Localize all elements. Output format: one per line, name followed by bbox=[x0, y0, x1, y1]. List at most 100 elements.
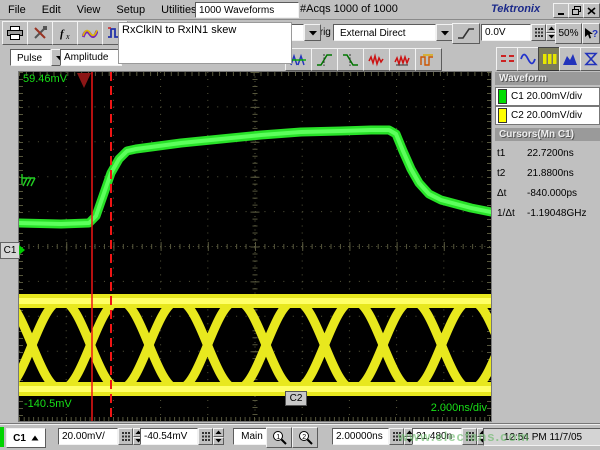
measure-fall-time-button[interactable] bbox=[337, 48, 364, 71]
readout-inv-dt: 1/Δt-1.19048GHz bbox=[497, 208, 598, 224]
menu-edit[interactable]: Edit bbox=[34, 2, 69, 18]
eye-diagram-view-button-active[interactable] bbox=[538, 47, 560, 71]
measurement-type-value: Amplitude bbox=[64, 52, 108, 63]
noise-waveform-icon bbox=[368, 53, 385, 67]
c2-scale-label: C2 20.00mV/div bbox=[511, 110, 582, 121]
measure-jitter-button[interactable] bbox=[389, 48, 416, 71]
sine-wave-icon bbox=[520, 52, 536, 66]
histogram-icon bbox=[562, 52, 578, 66]
oscilloscope-screen: FileEditViewSetupUtilitiesHelp 1000 Wave… bbox=[0, 0, 600, 450]
vertical-offset-spinner[interactable] bbox=[213, 428, 224, 445]
readout-dt-value: -840.000ps bbox=[527, 188, 577, 204]
measure-period-button[interactable] bbox=[415, 48, 442, 71]
histogram-view-button[interactable] bbox=[559, 47, 581, 71]
measure-rise-time-button[interactable] bbox=[311, 48, 338, 71]
scope-traces bbox=[19, 72, 491, 421]
waveform-count-field[interactable]: 1000 Waveforms bbox=[195, 2, 299, 18]
trigger-source-value: External Direct bbox=[337, 27, 408, 39]
vertical-offset-keypad-button[interactable] bbox=[198, 428, 213, 445]
keypad-icon bbox=[202, 432, 210, 441]
trigger-level-control: 0.0V bbox=[481, 24, 557, 41]
restore-icon bbox=[572, 6, 581, 15]
sidebar-channel-c1[interactable]: C1 20.00mV/div bbox=[495, 87, 600, 106]
waveform-display-area[interactable]: 59.46mV -140.5mV 2.000ns/div C2 bbox=[18, 71, 492, 422]
tools-icon bbox=[33, 26, 48, 40]
math-function-button[interactable]: f x bbox=[52, 21, 78, 45]
measurement-category-value: Pulse bbox=[14, 52, 44, 64]
rising-edge-icon bbox=[457, 27, 475, 40]
readout-t2-name: t2 bbox=[497, 168, 527, 184]
keypad-icon bbox=[122, 432, 130, 441]
svg-text:x: x bbox=[65, 32, 70, 41]
c1-trace-tag-label: C1 bbox=[4, 245, 17, 256]
c1-scale-label: C1 20.00mV/div bbox=[511, 91, 582, 102]
fall-time-icon bbox=[342, 53, 359, 67]
channel-selector-label: C1 bbox=[13, 433, 26, 444]
vertical-offset-field[interactable]: -40.54mV bbox=[140, 428, 198, 445]
acquisitions-status: #Acqs 1000 of 1000 bbox=[300, 3, 398, 15]
minimize-icon bbox=[557, 7, 566, 15]
svg-text:1: 1 bbox=[276, 434, 280, 441]
set-trigger-50-button[interactable]: 50% bbox=[555, 23, 582, 44]
cursors-mode-button[interactable] bbox=[496, 47, 518, 71]
pulse-timing-icon bbox=[420, 53, 437, 67]
readout-inv-dt-name: 1/Δt bbox=[497, 208, 527, 224]
close-button[interactable] bbox=[583, 3, 600, 18]
readout-t2-value: 21.8800ns bbox=[527, 168, 574, 184]
trigger-level-keypad-button[interactable] bbox=[531, 24, 546, 41]
trigger-source-dropdown[interactable]: External Direct bbox=[333, 24, 453, 41]
rise-time-icon bbox=[316, 53, 333, 67]
readout-dt-name: Δt bbox=[497, 188, 527, 204]
readout-t1-name: t1 bbox=[497, 148, 527, 164]
zoom-2-button[interactable]: 2 bbox=[292, 427, 318, 448]
spinner-up-icon bbox=[548, 26, 555, 31]
channel-selector-button[interactable]: C1 bbox=[6, 428, 46, 448]
trigger-slope-button[interactable] bbox=[452, 23, 480, 44]
measurement-tooltip: RxClkIN to RxIN1 skew bbox=[118, 22, 292, 64]
svg-text:2: 2 bbox=[302, 434, 306, 441]
context-help-button[interactable]: ? bbox=[582, 23, 600, 44]
menu-file[interactable]: File bbox=[0, 2, 34, 18]
red-dashes-icon bbox=[500, 52, 515, 66]
waveform-panel-header: Waveform bbox=[495, 72, 600, 85]
menu-view[interactable]: View bbox=[69, 2, 109, 18]
measure-noise-button[interactable] bbox=[363, 48, 390, 71]
menu-setup[interactable]: Setup bbox=[108, 2, 153, 18]
trigger-source-dropdown-arrow[interactable] bbox=[436, 24, 453, 41]
top-voltage-label: 59.46mV bbox=[23, 73, 67, 85]
readout-dt: Δt-840.000ps bbox=[497, 188, 598, 204]
c2-trace-tag[interactable]: C2 bbox=[285, 391, 307, 406]
jitter-waveform-icon bbox=[394, 53, 411, 67]
trigger-level-value: 0.0V bbox=[485, 27, 506, 38]
trigger-level-field[interactable]: 0.0V bbox=[481, 24, 531, 41]
horizontal-scale-field[interactable]: 2.00000ns bbox=[332, 428, 389, 445]
zoom-1-button[interactable]: 1 bbox=[266, 427, 292, 448]
waveform-view-button[interactable] bbox=[517, 47, 539, 71]
acquisition-mode-dropdown-arrow[interactable] bbox=[304, 24, 321, 41]
spinner-down-icon bbox=[215, 438, 222, 443]
c1-color-swatch bbox=[498, 89, 507, 104]
measurement-type-field[interactable]: Amplitude bbox=[60, 49, 122, 66]
bottom-voltage-label: -140.5mV bbox=[24, 398, 72, 410]
active-channel-color-stripe bbox=[0, 427, 4, 447]
utilities-tools-button[interactable] bbox=[27, 21, 53, 45]
vertical-scale-keypad-button[interactable] bbox=[118, 428, 133, 445]
vertical-scale-field[interactable]: 20.00mV/ bbox=[58, 428, 118, 445]
horizontal-scale-value: 2.00000ns bbox=[336, 431, 383, 442]
waveform-count-value: 1000 Waveforms bbox=[199, 5, 274, 16]
print-button[interactable] bbox=[2, 21, 28, 45]
svg-text:f: f bbox=[60, 28, 65, 40]
cursors-panel-header: Cursors(Mn C1) bbox=[495, 128, 600, 141]
tektronix-logo: Tektronix bbox=[491, 3, 540, 15]
spinner-up-icon bbox=[215, 430, 222, 435]
mask-test-button[interactable] bbox=[580, 47, 600, 71]
sidebar-channel-c2[interactable]: C2 20.00mV/div bbox=[495, 106, 600, 125]
close-icon bbox=[587, 7, 596, 15]
c1-trace-tag[interactable]: C1 bbox=[0, 242, 20, 259]
printer-icon bbox=[7, 26, 23, 40]
magnifier-1-icon: 1 bbox=[272, 430, 287, 445]
chevron-down-icon bbox=[440, 30, 450, 36]
vertical-offset-value: -40.54mV bbox=[144, 431, 187, 442]
waveform-display-button[interactable] bbox=[77, 21, 103, 45]
readout-t2: t221.8800ns bbox=[497, 168, 598, 184]
